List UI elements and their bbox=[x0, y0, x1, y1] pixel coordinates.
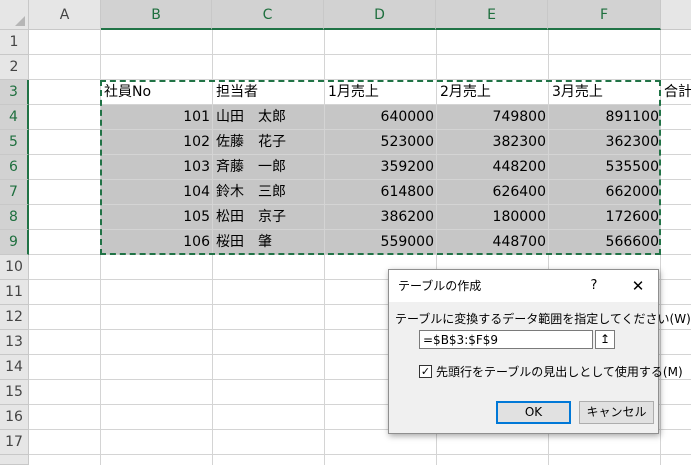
gridline bbox=[29, 54, 691, 55]
row-header-4[interactable]: 4 bbox=[0, 105, 29, 130]
row-header-7[interactable]: 7 bbox=[0, 180, 29, 205]
dialog-title: テーブルの作成 bbox=[398, 279, 482, 293]
row-header-18[interactable] bbox=[0, 455, 29, 465]
row-header-2[interactable]: 2 bbox=[0, 55, 29, 80]
close-icon[interactable]: ✕ bbox=[629, 270, 647, 302]
range-label: テーブルに変換するデータ範囲を指定してください(W) bbox=[395, 312, 691, 326]
column-header-f[interactable]: F bbox=[548, 0, 661, 30]
row-header-8[interactable]: 8 bbox=[0, 205, 29, 230]
row-header-12[interactable]: 12 bbox=[0, 305, 29, 330]
column-header-c[interactable]: C bbox=[212, 0, 324, 30]
column-header-b[interactable]: B bbox=[101, 0, 212, 30]
row-header-17[interactable]: 17 bbox=[0, 430, 29, 455]
header-row-checkbox-label[interactable]: 先頭行をテーブルの見出しとして使用する(M) bbox=[436, 363, 683, 380]
collapse-dialog-icon[interactable]: ↥ bbox=[595, 330, 615, 349]
column-header-a[interactable]: A bbox=[29, 0, 101, 30]
gridline bbox=[29, 454, 691, 455]
dialog-titlebar[interactable]: テーブルの作成 ? ✕ bbox=[389, 270, 658, 302]
row-header-9[interactable]: 9 bbox=[0, 230, 29, 255]
row-header-5[interactable]: 5 bbox=[0, 130, 29, 155]
column-header-g[interactable] bbox=[661, 0, 691, 30]
range-input[interactable] bbox=[419, 330, 593, 349]
help-icon[interactable]: ? bbox=[585, 270, 603, 302]
row-header-1[interactable]: 1 bbox=[0, 30, 29, 55]
row-header-11[interactable]: 11 bbox=[0, 280, 29, 305]
cancel-button[interactable]: キャンセル bbox=[579, 401, 654, 424]
row-header-10[interactable]: 10 bbox=[0, 255, 29, 280]
row-header-13[interactable]: 13 bbox=[0, 330, 29, 355]
selection-marquee bbox=[100, 80, 661, 255]
row-header-16[interactable]: 16 bbox=[0, 405, 29, 430]
row-header-15[interactable]: 15 bbox=[0, 380, 29, 405]
ok-button[interactable]: OK bbox=[496, 401, 571, 424]
row-header-6[interactable]: 6 bbox=[0, 155, 29, 180]
select-all-corner[interactable] bbox=[0, 0, 29, 30]
cell-g3[interactable]: 合計 bbox=[664, 80, 691, 104]
column-header-e[interactable]: E bbox=[436, 0, 548, 30]
column-header-d[interactable]: D bbox=[324, 0, 436, 30]
row-header-14[interactable]: 14 bbox=[0, 355, 29, 380]
select-all-triangle-icon bbox=[15, 16, 25, 26]
header-row-checkbox[interactable]: ✓ bbox=[419, 365, 432, 378]
create-table-dialog: テーブルの作成 ? ✕ テーブルに変換するデータ範囲を指定してください(W) ↥… bbox=[388, 269, 691, 434]
row-header-3[interactable]: 3 bbox=[0, 80, 29, 105]
